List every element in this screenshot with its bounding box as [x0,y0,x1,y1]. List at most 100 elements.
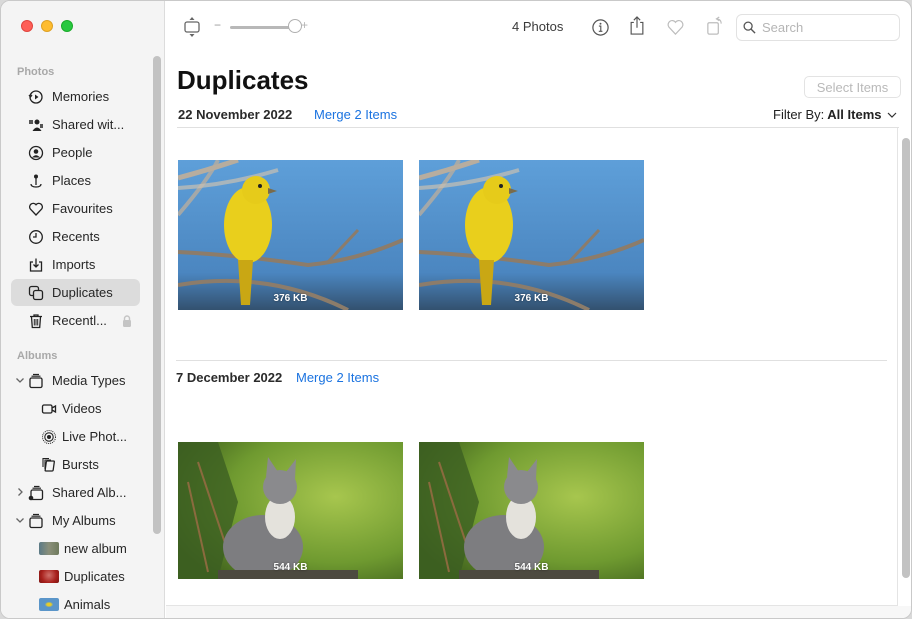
trash-icon [27,312,45,330]
sidebar-item-label: Shared Alb... [52,485,127,500]
close-window-button[interactable] [21,20,33,32]
sidebar-item-label: Duplicates [64,569,125,584]
share-icon [630,16,644,35]
file-size-label: 376 KB [514,293,549,304]
photo-thumbnail[interactable]: 376 KB [178,160,403,310]
select-items-button[interactable]: Select Items [804,76,901,98]
sidebar-item-label: Media Types [52,373,126,388]
zoom-window-button[interactable] [61,20,73,32]
sidebar-item-live-photos[interactable]: Live Phot... [11,423,140,450]
rotate-button[interactable] [704,15,724,37]
kitten-photo [178,442,403,579]
sidebar-item-recently-deleted[interactable]: Recentl... [11,307,140,334]
sidebar-item-album-animals[interactable]: Animals [11,591,140,618]
content-scrollbar[interactable] [902,138,910,578]
album-thumbnail [39,542,59,555]
album-stack-icon [27,372,45,390]
search-input[interactable] [762,20,882,35]
sidebar-item-recents[interactable]: Recents [11,223,140,250]
info-button[interactable] [590,16,610,38]
sidebar-item-duplicates[interactable]: Duplicates [11,279,140,306]
album-thumbnail [39,570,59,583]
memories-icon [27,88,45,106]
sidebar-item-label: Recents [52,229,100,244]
shared-with-you-icon [27,116,45,134]
sidebar-section-albums: Albums [17,350,58,362]
sidebar-item-label: Imports [52,257,96,272]
people-icon [27,144,45,162]
kitten-photo [419,442,644,579]
sidebar-item-places[interactable]: Places [11,167,140,194]
video-icon [40,400,58,418]
share-button[interactable] [627,14,647,38]
sidebar-item-my-albums[interactable]: My Albums [11,507,140,534]
chevron-down-icon[interactable] [14,374,26,386]
clock-icon [27,228,45,246]
group-divider [176,360,887,361]
live-photo-icon [40,428,58,446]
filter-dropdown[interactable]: Filter By: All Items [773,107,898,122]
sidebar-item-shared-with-you[interactable]: Shared wit... [11,111,140,138]
merge-items-button[interactable]: Merge 2 Items [314,107,397,122]
sidebar-item-label: Places [52,173,92,188]
merge-items-button[interactable]: Merge 2 Items [296,370,379,385]
aspect-toggle-button[interactable] [182,16,202,38]
zoom-in-button[interactable]: + [301,18,308,32]
sidebar-item-label: new album [64,541,127,556]
sidebar-item-shared-albums[interactable]: Shared Alb... [11,479,140,506]
minimize-window-button[interactable] [41,20,53,32]
places-icon [27,172,45,190]
filter-label: Filter By: [773,107,825,122]
sidebar-item-people[interactable]: People [11,139,140,166]
photo-thumbnail[interactable]: 544 KB [178,442,403,579]
file-size-label: 376 KB [273,293,308,304]
zoom-slider-track[interactable] [230,26,290,29]
rotate-icon [706,16,722,35]
heart-icon [27,200,45,218]
sidebar-item-label: Memories [52,89,110,104]
sidebar-item-label: Videos [62,401,102,416]
lock-icon [123,314,131,327]
sidebar-scrollbar[interactable] [153,56,161,534]
heart-icon [667,19,683,35]
sidebar-item-memories[interactable]: Memories [11,83,140,110]
sidebar-item-videos[interactable]: Videos [11,395,140,422]
group-date: 22 November 2022 [178,107,293,122]
sidebar-item-favourites[interactable]: Favourites [11,195,140,222]
photos-window: Photos Memories Shared wit... People Pla… [0,0,912,619]
sidebar-item-label: Favourites [52,201,113,216]
file-size-label: 544 KB [514,562,549,573]
info-icon [591,18,609,36]
chevron-down-icon[interactable] [14,514,26,526]
zoom-slider-knob[interactable] [288,19,302,33]
sidebar-item-label: Live Phot... [62,429,128,444]
file-size-label: 544 KB [273,562,308,573]
bird-photo [178,160,403,310]
sidebar-item-album-duplicates[interactable]: Duplicates [11,563,140,590]
sidebar-item-label: Animals [64,597,111,612]
window-controls [21,20,73,32]
bottom-bar [166,606,911,618]
sidebar-item-media-types[interactable]: Media Types [11,367,140,394]
favourite-button[interactable] [665,16,685,38]
chevron-down-icon [888,112,897,118]
search-icon [743,21,756,34]
photo-thumbnail[interactable]: 544 KB [419,442,644,579]
toolbar: − + 4 Photos [166,1,911,53]
group-date: 7 December 2022 [176,370,283,385]
sidebar-item-label: Recentl... [52,313,107,328]
search-field[interactable] [736,14,900,41]
album-thumbnail [39,598,59,611]
filter-value: All Items [827,107,882,122]
zoom-out-button[interactable]: − [214,18,221,32]
sidebar-item-label: Bursts [62,457,99,472]
sidebar-item-album-new-album[interactable]: new album [11,535,140,562]
photo-thumbnail[interactable]: 376 KB [419,160,644,310]
sidebar-item-label: Duplicates [52,285,113,300]
photo-count: 4 Photos [512,19,564,34]
chevron-right-icon[interactable] [14,486,26,498]
sidebar-item-bursts[interactable]: Bursts [11,451,140,478]
sidebar-item-imports[interactable]: Imports [11,251,140,278]
album-stack-icon [27,512,45,530]
bursts-icon [40,456,58,474]
